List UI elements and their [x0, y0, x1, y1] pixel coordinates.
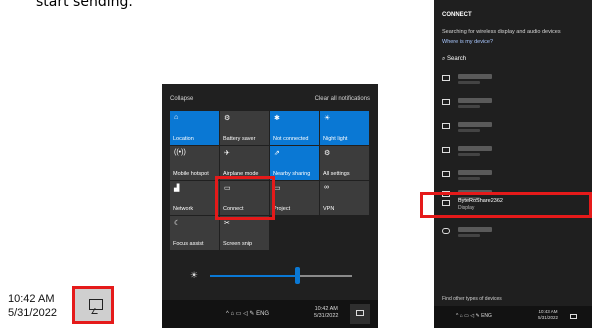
- display-icon: [442, 99, 450, 105]
- taskbar-clock[interactable]: 10:42 AM 5/31/2022: [314, 306, 338, 320]
- device-item[interactable]: [440, 169, 590, 183]
- tile-label: Project: [273, 206, 291, 212]
- action-center-icon: [356, 310, 364, 316]
- laptop-icon: [442, 147, 450, 153]
- display-icon: [442, 123, 450, 129]
- device-item[interactable]: [440, 121, 590, 135]
- battery-saver-icon: ⚙: [224, 115, 231, 122]
- find-other-devices-link[interactable]: Find other types of devices: [442, 296, 502, 302]
- device-name-redacted: [458, 98, 492, 103]
- device-item[interactable]: [440, 145, 590, 159]
- settings-icon: ⚙: [324, 150, 331, 157]
- nearby-sharing-icon: ⇗: [274, 150, 280, 157]
- tile-label: Not connected: [273, 136, 309, 142]
- help-link[interactable]: Where is my device?: [442, 39, 493, 45]
- taskbar-date: 5/31/2022: [8, 307, 57, 319]
- connect-panel: CONNECT Searching for wireless display a…: [420, 0, 592, 328]
- tile-label: Location: [173, 136, 194, 142]
- device-name: ByteRoShare2362: [458, 198, 503, 204]
- audio-icon: [442, 228, 450, 234]
- tile-nearby-sharing[interactable]: ⇗ Nearby sharing: [270, 146, 319, 180]
- device-item[interactable]: [440, 97, 590, 111]
- tile-battery-saver[interactable]: ⚙ Battery saver: [220, 111, 269, 145]
- vpn-icon: ∞: [324, 184, 329, 191]
- device-name-redacted: [458, 146, 492, 151]
- action-center-icon: [570, 314, 577, 319]
- bluetooth-icon: ✱: [274, 115, 280, 122]
- tile-label: Screen snip: [223, 241, 253, 247]
- network-icon: ▟: [174, 185, 180, 192]
- collapse-link[interactable]: Collapse: [170, 96, 193, 102]
- device-sub-redacted: [458, 129, 480, 132]
- clear-notifications-link[interactable]: Clear all notifications: [315, 96, 370, 102]
- airplane-icon: ✈: [224, 150, 230, 157]
- device-item-byteroshare[interactable]: ByteRoShare2362 Display: [440, 198, 590, 212]
- tile-project[interactable]: ▭ Project: [270, 181, 319, 215]
- action-center-panel: Collapse Clear all notifications ⌂ Locati…: [162, 84, 378, 328]
- tile-label: VPN: [323, 206, 335, 212]
- search-icon: ⌕: [442, 56, 446, 62]
- taskbar-time: 10:42 AM: [8, 293, 55, 305]
- tile-label: Night light: [323, 136, 348, 142]
- taskbar-clock[interactable]: 10:42 AM 5/31/2022: [8, 292, 64, 320]
- device-name-redacted: [458, 74, 492, 79]
- focus-assist-icon: ☾: [174, 220, 181, 227]
- action-center-button[interactable]: [350, 304, 370, 324]
- system-tray[interactable]: ^ ⌂ ▭ ◁ ✎ ENG: [226, 310, 269, 317]
- tile-location[interactable]: ⌂ Location: [170, 111, 219, 145]
- device-item[interactable]: [440, 73, 590, 87]
- device-name-redacted: [458, 170, 492, 175]
- tile-night-light[interactable]: ☀ Night light: [320, 111, 369, 145]
- device-sub-redacted: [458, 81, 480, 84]
- display-icon: [442, 200, 450, 206]
- tile-airplane-mode[interactable]: ✈ Airplane mode: [220, 146, 269, 180]
- device-name-redacted: [458, 122, 492, 127]
- device-sub-redacted: [458, 153, 480, 156]
- device-sub-redacted: [458, 234, 480, 237]
- device-item[interactable]: [440, 226, 590, 240]
- device-sub-redacted: [458, 105, 480, 108]
- tile-label: Battery saver: [223, 136, 256, 142]
- location-icon: ⌂: [174, 114, 179, 121]
- panel-title: CONNECT: [442, 12, 472, 18]
- device-name-redacted: [458, 227, 492, 232]
- tile-label: Mobile hotspot: [173, 171, 209, 177]
- taskbar-clock[interactable]: 10:43 AM 5/31/2022: [538, 309, 558, 321]
- tile-label: All settings: [323, 171, 350, 177]
- taskbar-time: 10:42 AM: [314, 306, 338, 312]
- brightness-fill: [210, 275, 297, 277]
- tile-vpn[interactable]: ∞ VPN: [320, 181, 369, 215]
- device-type: Display: [458, 205, 475, 211]
- search-status: Searching for wireless display and audio…: [442, 29, 561, 35]
- tile-label: Network: [173, 206, 194, 212]
- taskbar-date: 5/31/2022: [538, 315, 559, 320]
- brightness-icon: ☀: [190, 270, 199, 280]
- connect-highlight: [215, 176, 275, 220]
- laptop-icon: [442, 171, 450, 177]
- quick-actions-grid: ⌂ Location ⚙ Battery saver ✱ Not connected …: [170, 111, 370, 281]
- screen-snip-icon: ✂: [224, 220, 230, 227]
- tile-focus-assist[interactable]: ☾ Focus assist: [170, 216, 219, 250]
- search-label: Search: [447, 56, 467, 62]
- display-icon: [442, 75, 450, 81]
- hotspot-icon: ((•)): [174, 149, 186, 156]
- brightness-slider-thumb[interactable]: [294, 267, 300, 284]
- action-center-button[interactable]: [72, 286, 114, 324]
- tile-bluetooth[interactable]: ✱ Not connected: [270, 111, 319, 145]
- tile-screen-snip[interactable]: ✂ Screen snip: [220, 216, 269, 250]
- tile-label: Focus assist: [173, 241, 204, 247]
- taskbar-date: 5/31/2022: [314, 313, 339, 319]
- system-tray[interactable]: ^ ⌂ ▭ ◁ ✎ ENG: [456, 313, 492, 319]
- instruction-caption: start sending.: [36, 0, 133, 10]
- tile-all-settings[interactable]: ⚙ All settings: [320, 146, 369, 180]
- action-center-button[interactable]: [566, 310, 582, 324]
- taskbar: [162, 300, 378, 328]
- tile-network[interactable]: ▟ Network: [170, 181, 219, 215]
- tile-label: Nearby sharing: [273, 171, 311, 177]
- search-box[interactable]: ⌕ Search: [442, 56, 466, 63]
- device-sub-redacted: [458, 177, 480, 180]
- tile-mobile-hotspot[interactable]: ((•)) Mobile hotspot: [170, 146, 219, 180]
- action-center-icon: [89, 299, 103, 310]
- night-light-icon: ☀: [324, 115, 331, 122]
